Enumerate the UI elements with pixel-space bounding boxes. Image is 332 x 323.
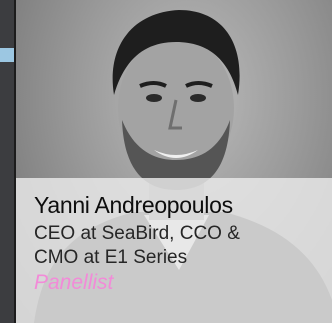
speaker-name: Yanni Andreopoulos — [34, 192, 233, 218]
speaker-tag: Panellist — [34, 271, 114, 294]
accent-bar — [0, 48, 15, 62]
speaker-role-line2: CMO at E1 Series — [34, 247, 188, 268]
speaker-role-line1: CEO at SeaBird, CCO & — [34, 223, 240, 244]
speaker-caption: Yanni Andreopoulos CEO at SeaBird, CCO &… — [16, 178, 332, 323]
